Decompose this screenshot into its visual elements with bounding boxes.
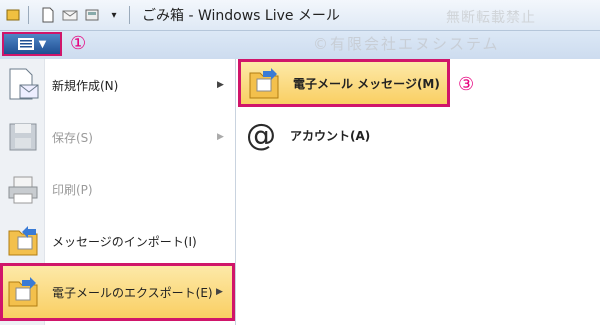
export-submenu: 電子メール メッセージ(M) @ アカウント(A) [236, 59, 600, 325]
app-menu: 新規作成(N) ▶ 保存(S) ▶ 印刷(P) メッセージのインポート(I) 電… [0, 59, 236, 325]
watermark: 無断転載禁止 [446, 10, 536, 26]
app-icon[interactable] [4, 6, 22, 24]
at-sign-icon: @ [246, 117, 276, 153]
menu-item-new[interactable]: 新規作成(N) ▶ [0, 59, 235, 111]
email-message-folder-icon [247, 63, 287, 103]
export-folder-icon [6, 274, 40, 310]
printer-icon [6, 171, 40, 207]
submenu-arrow-icon: ▶ [217, 80, 224, 90]
submenu-arrow-icon: ▶ [217, 132, 224, 142]
menu-icon [17, 38, 34, 50]
new-document-icon [6, 67, 40, 103]
window-title: ごみ箱 - Windows Live メール [142, 8, 340, 24]
title-bar: ▾ ごみ箱 - Windows Live メール 無断転載禁止 [0, 0, 600, 31]
menu-item-export[interactable]: 電子メールのエクスポート(E) ▶ [0, 263, 235, 321]
ribbon-bar [0, 31, 600, 59]
menu-item-import[interactable]: メッセージのインポート(I) [0, 215, 235, 267]
app-menu-button[interactable]: ▼ [2, 32, 62, 56]
submenu-item-account[interactable]: @ アカウント(A) [244, 111, 456, 159]
send-receive-icon[interactable] [83, 6, 101, 24]
copyright-text: ©有限会社エヌシステム [313, 35, 500, 53]
new-document-icon[interactable] [39, 6, 57, 24]
submenu-arrow-icon: ▶ [216, 287, 223, 297]
import-folder-icon [6, 223, 40, 259]
menu-item-print[interactable]: 印刷(P) [0, 163, 235, 215]
mail-icon[interactable] [61, 6, 79, 24]
callout-1: ① [70, 33, 87, 54]
submenu-item-email-messages[interactable]: 電子メール メッセージ(M) [238, 59, 450, 107]
menu-item-save[interactable]: 保存(S) ▶ [0, 111, 235, 163]
callout-3: ③ [458, 74, 475, 95]
chevron-down-icon: ▼ [38, 38, 47, 50]
quick-access-dropdown-icon[interactable]: ▾ [105, 6, 123, 24]
floppy-disk-icon [6, 119, 40, 155]
